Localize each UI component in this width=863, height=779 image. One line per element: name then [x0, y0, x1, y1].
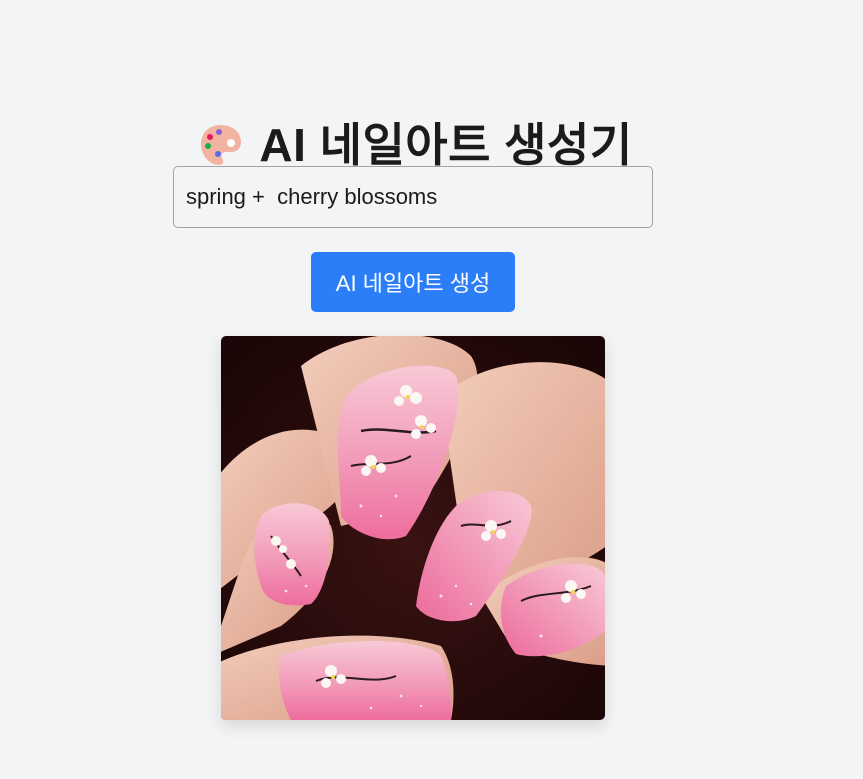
- nail-art-illustration: [221, 336, 605, 720]
- prompt-input[interactable]: [173, 166, 653, 228]
- page: AI 네일아트 생성기 AI 네일아트 생성: [0, 0, 863, 779]
- generate-button[interactable]: AI 네일아트 생성: [311, 252, 515, 312]
- result-image: [221, 336, 605, 720]
- palette-icon: [197, 121, 245, 169]
